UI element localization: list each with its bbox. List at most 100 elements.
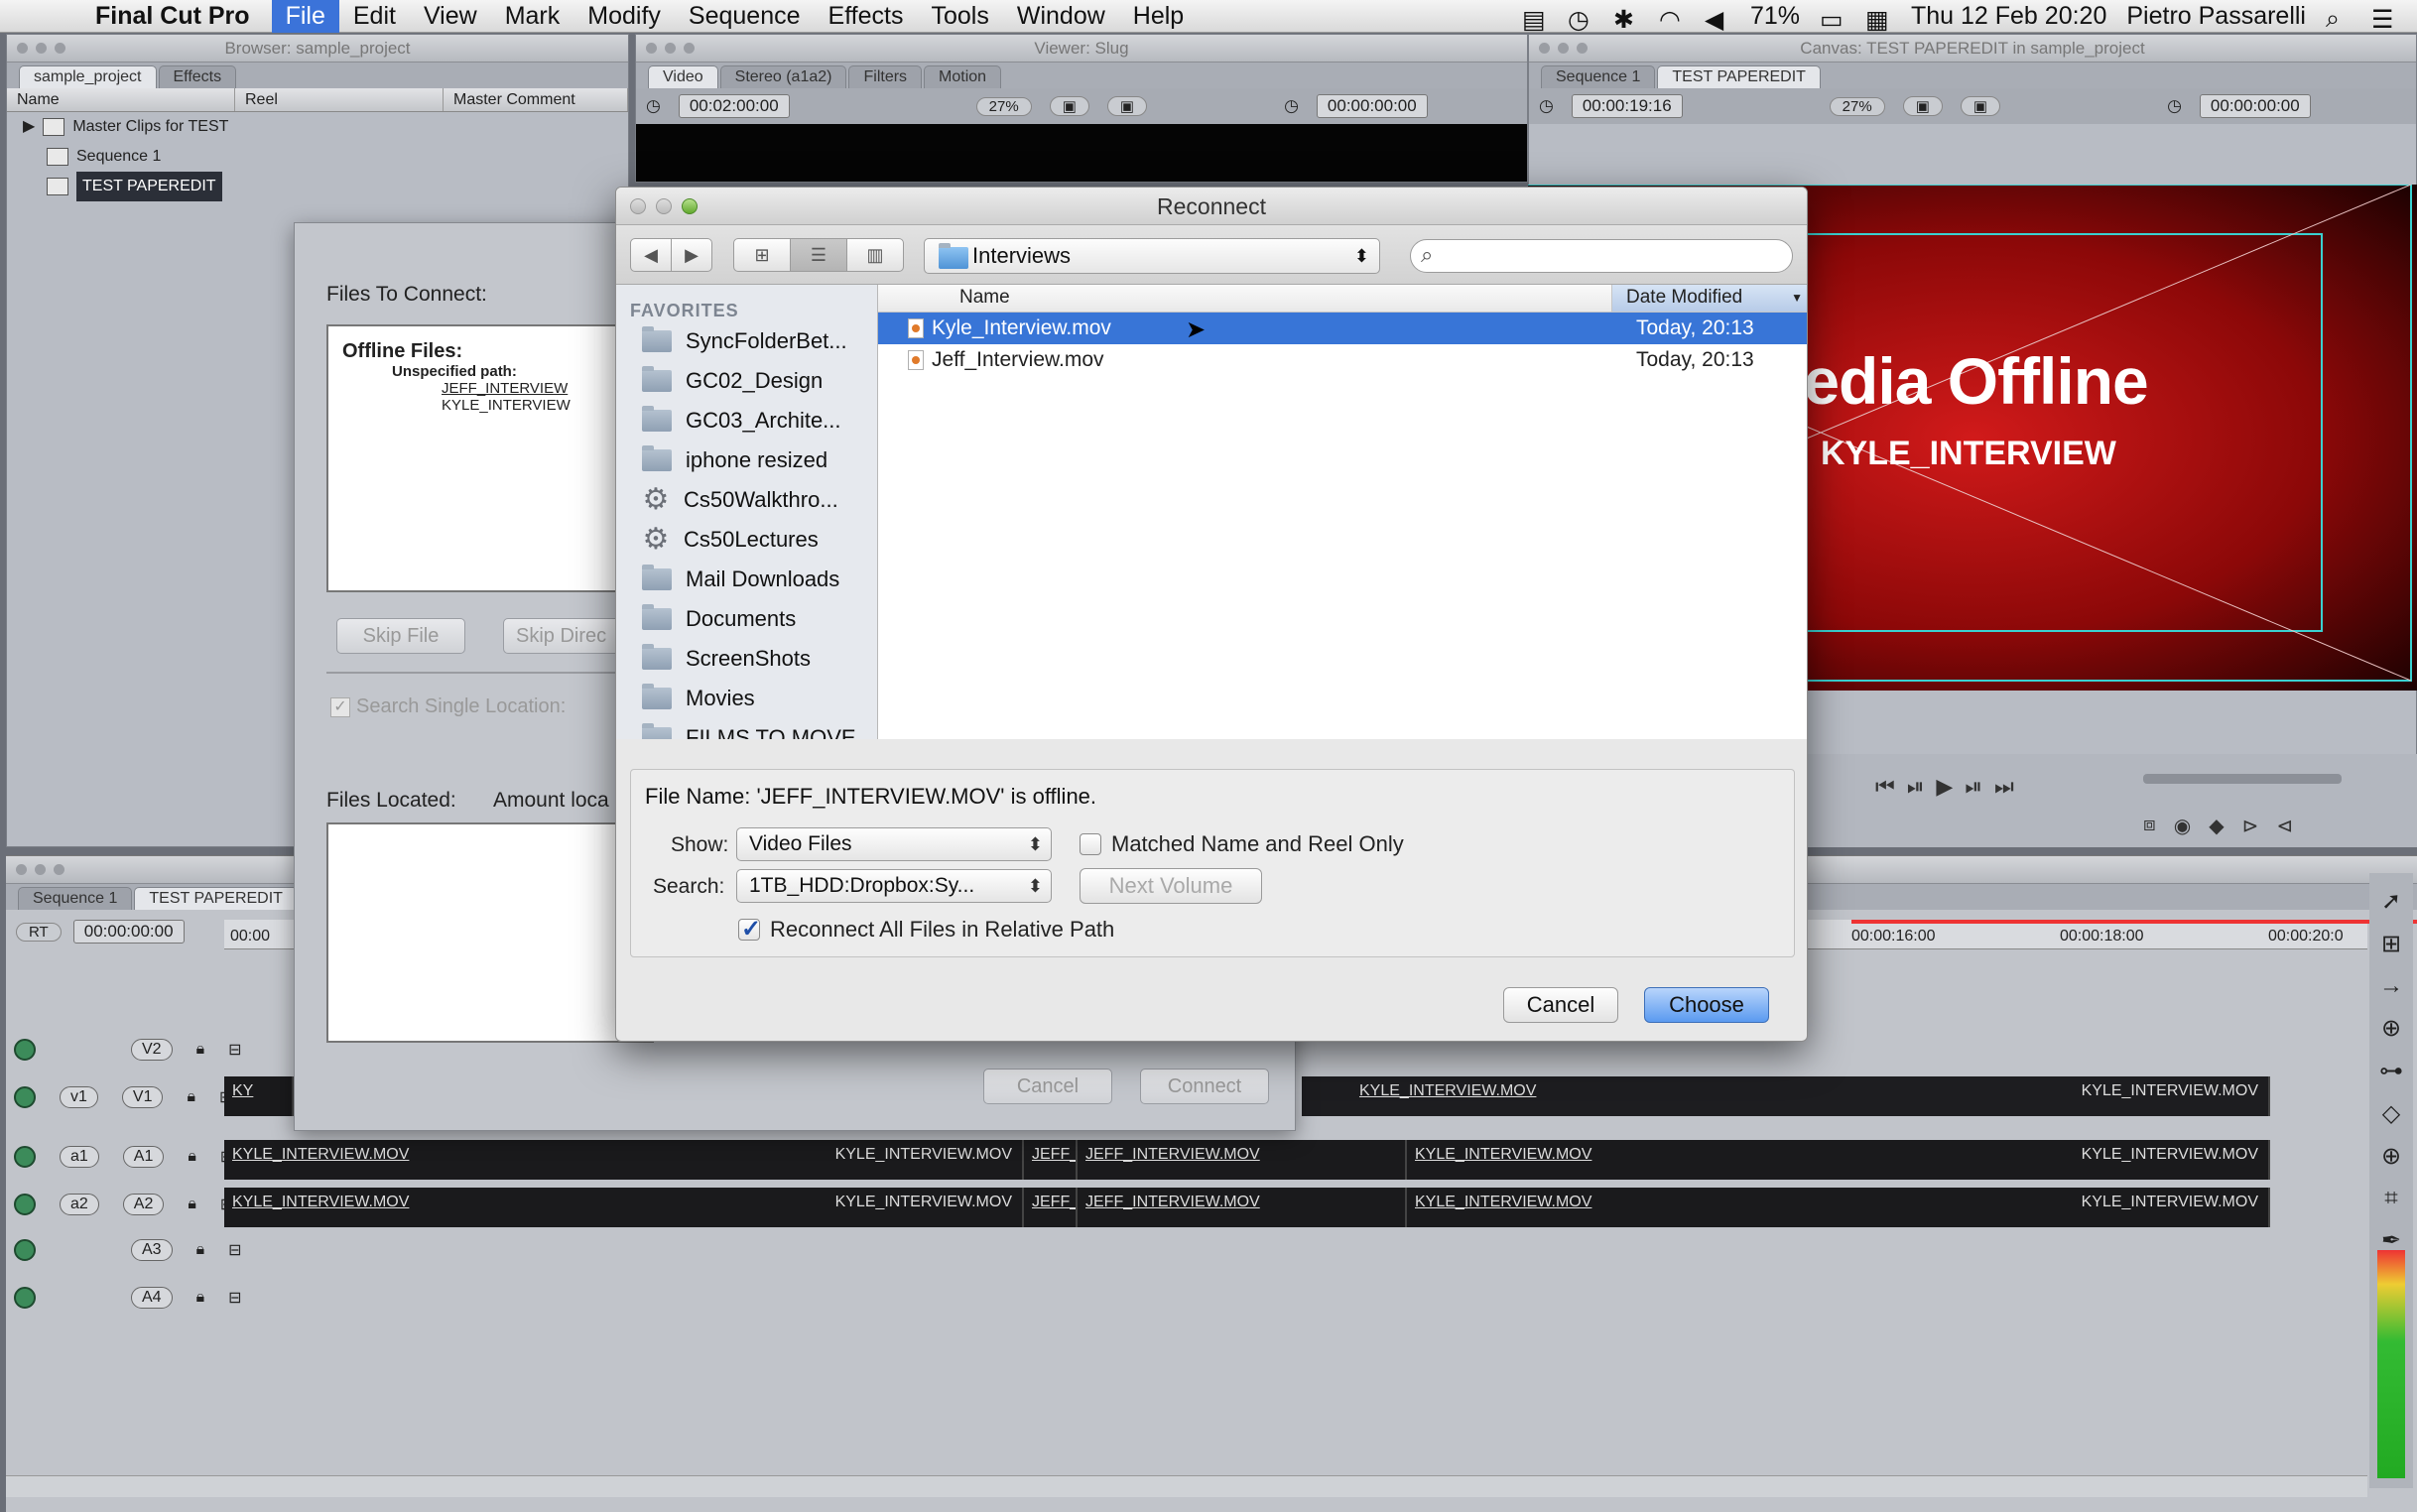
matched-name-checkbox[interactable]: [1080, 833, 1101, 855]
rt-popup[interactable]: RT: [16, 922, 62, 942]
tab-filters[interactable]: Filters: [848, 65, 923, 88]
track-audible-icon[interactable]: [14, 1287, 36, 1309]
audio-clip[interactable]: KYLE_INTERVIEW.MOV KYLE_INTERVIEW.MOV: [224, 1140, 1024, 1180]
track-label-a1[interactable]: A1: [122, 1146, 165, 1168]
razor-tool-icon[interactable]: ◇: [2382, 1099, 2400, 1128]
sidebar-item[interactable]: GC02_Design: [616, 361, 877, 401]
track-label-a3[interactable]: A3: [131, 1239, 173, 1261]
auto-select-icon[interactable]: ⊟: [228, 1288, 241, 1308]
crop-tool-icon[interactable]: ⌗: [2384, 1185, 2398, 1212]
track-label-v1[interactable]: V1: [121, 1086, 164, 1108]
reconnect-all-checkbox[interactable]: [738, 915, 761, 944]
tab-sequence-1[interactable]: Sequence 1: [18, 887, 133, 910]
app-menu[interactable]: Final Cut Pro: [95, 2, 250, 31]
selection-tool-icon[interactable]: ➚: [2381, 887, 2401, 916]
auto-select-icon[interactable]: ⊟: [228, 1040, 241, 1060]
forward-icon[interactable]: ▶: [671, 238, 712, 272]
files-located-list[interactable]: [326, 822, 654, 1043]
sidebar-item[interactable]: Movies: [616, 679, 877, 718]
track-audible-icon[interactable]: [14, 1194, 36, 1215]
show-popup[interactable]: Video Files: [736, 827, 1052, 861]
lock-icon[interactable]: 🔒︎: [188, 1196, 196, 1213]
track-visibility-icon[interactable]: [14, 1086, 36, 1108]
audio-clip[interactable]: KYLE_INTERVIEW.MOV KYLE_INTERVIEW.MOV: [1407, 1140, 2270, 1180]
path-popup[interactable]: Interviews ⬍: [924, 238, 1380, 274]
go-to-previous-edit-icon[interactable]: ⏮: [1875, 774, 1895, 800]
cancel-button[interactable]: Cancel: [983, 1069, 1112, 1104]
mark-out-icon[interactable]: ⊲: [2276, 814, 2293, 838]
slip-tool-icon[interactable]: ⊶: [2379, 1057, 2403, 1085]
source-a1[interactable]: a1: [60, 1146, 99, 1168]
offline-file-item[interactable]: JEFF_INTERVIEW: [328, 380, 652, 397]
search-location-popup[interactable]: 1TB_HDD:Dropbox:Sy...: [736, 869, 1052, 903]
back-icon[interactable]: ◀: [630, 238, 672, 272]
lock-icon[interactable]: 🔒︎: [196, 1041, 205, 1059]
tab-test-paperedit[interactable]: TEST PAPEREDIT: [134, 887, 298, 910]
jog-slider[interactable]: [2143, 774, 2342, 784]
view-popup[interactable]: ▣: [1049, 96, 1089, 116]
tab-sequence-1[interactable]: Sequence 1: [1541, 65, 1656, 88]
choose-button[interactable]: Choose: [1644, 987, 1769, 1023]
video-clip[interactable]: KY: [224, 1076, 294, 1116]
lock-icon[interactable]: 🔒︎: [188, 1148, 196, 1166]
file-row[interactable]: Kyle_Interview.mov Today, 20:13 ➤: [878, 313, 1807, 344]
canvas-current-timecode[interactable]: 00:00:00:00: [2199, 94, 2311, 118]
sidebar-item[interactable]: iphone resized: [616, 441, 877, 480]
track-label-v2[interactable]: V2: [131, 1039, 173, 1061]
connect-button[interactable]: Connect: [1140, 1069, 1269, 1104]
column-name[interactable]: Name: [878, 285, 1612, 312]
tab-test-paperedit[interactable]: TEST PAPEREDIT: [1657, 65, 1821, 88]
canvas-duration[interactable]: 00:00:19:16: [1571, 94, 1683, 118]
zoom-icon[interactable]: [682, 198, 698, 214]
file-row[interactable]: Jeff_Interview.mov Today, 20:13: [878, 344, 1807, 376]
menu-window[interactable]: Window: [1003, 0, 1119, 33]
tab-effects[interactable]: Effects: [158, 65, 237, 88]
track-audible-icon[interactable]: [14, 1146, 36, 1168]
play-in-to-out-icon[interactable]: ⏯: [1907, 774, 1925, 800]
spotlight-search-icon[interactable]: ⌕: [2326, 5, 2352, 33]
audio-clip[interactable]: JEFF_I: [1024, 1188, 1078, 1227]
go-to-next-edit-icon[interactable]: ⏭: [1994, 774, 2014, 800]
search-single-location-checkbox[interactable]: ✓: [330, 696, 350, 717]
menu-mark[interactable]: Mark: [491, 0, 574, 33]
icon-view-icon[interactable]: ⊞: [733, 238, 791, 272]
audio-clip[interactable]: KYLE_INTERVIEW.MOV KYLE_INTERVIEW.MOV: [224, 1188, 1024, 1227]
search-input[interactable]: ⌕: [1410, 239, 1793, 273]
bluetooth-icon[interactable]: ✱: [1613, 5, 1639, 34]
column-master-comment[interactable]: Master Comment: [444, 88, 628, 111]
tab-video[interactable]: Video: [648, 65, 718, 88]
mark-in-icon[interactable]: ⊳: [2242, 814, 2259, 838]
close-icon[interactable]: [17, 43, 28, 54]
menu-help[interactable]: Help: [1119, 0, 1198, 33]
tab-stereo[interactable]: Stereo (a1a2): [719, 65, 847, 88]
canvas-zoom-popup[interactable]: 27%: [1829, 96, 1885, 116]
sidebar-item[interactable]: GC03_Archite...: [616, 401, 877, 441]
zoom-icon[interactable]: [55, 43, 65, 54]
user-menu[interactable]: Pietro Passarelli: [2126, 2, 2306, 31]
menu-modify[interactable]: Modify: [573, 0, 675, 33]
column-view-icon[interactable]: ▥: [846, 238, 904, 272]
track-audible-icon[interactable]: [14, 1239, 36, 1261]
disclosure-triangle-icon[interactable]: ▶: [23, 112, 35, 142]
offline-file-item[interactable]: KYLE_INTERVIEW: [328, 397, 652, 414]
browser-row[interactable]: TEST PAPEREDIT: [7, 172, 628, 201]
sidebar-item[interactable]: SyncFolderBet...: [616, 321, 877, 361]
menu-file[interactable]: File: [271, 0, 339, 33]
sidebar-item[interactable]: FILMS TO MOVE: [616, 718, 877, 739]
menu-view[interactable]: View: [410, 0, 491, 33]
track-label-a4[interactable]: A4: [131, 1287, 173, 1309]
minimize-icon[interactable]: [36, 43, 47, 54]
viewer-current-timecode[interactable]: 00:00:00:00: [1316, 94, 1428, 118]
sidebar-item[interactable]: Documents: [616, 599, 877, 639]
add-marker-icon[interactable]: ◆: [2209, 814, 2224, 838]
viewer-duration[interactable]: 00:02:00:00: [678, 94, 790, 118]
battery-icon[interactable]: ▭: [1820, 5, 1845, 34]
roll-tool-icon[interactable]: ⊕: [2381, 1014, 2401, 1043]
offline-files-list[interactable]: Offline Files: Unspecified path: JEFF_IN…: [326, 324, 654, 592]
menu-tools[interactable]: Tools: [917, 0, 1002, 33]
timeline-timecode[interactable]: 00:00:00:00: [72, 920, 185, 944]
column-reel[interactable]: Reel: [235, 88, 444, 111]
next-volume-button[interactable]: Next Volume: [1080, 868, 1262, 904]
edit-selection-tool-icon[interactable]: ⊞: [2381, 930, 2401, 958]
column-date-modified[interactable]: Date Modified ▼: [1612, 285, 1807, 312]
